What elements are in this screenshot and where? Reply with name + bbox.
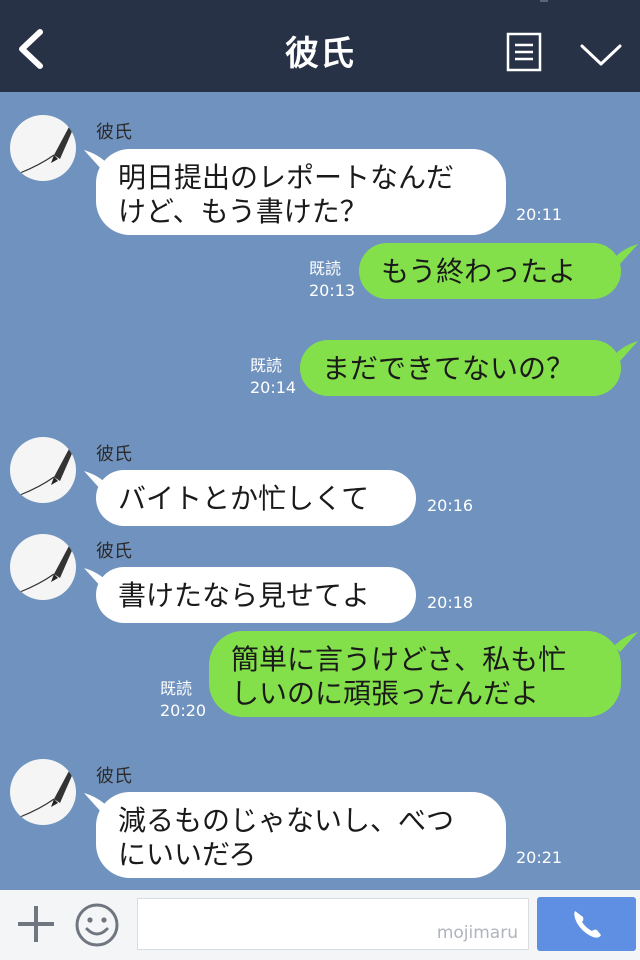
- read-receipt: 既読 20:13: [309, 258, 355, 302]
- sender-name: 彼氏: [96, 122, 132, 143]
- message-bubble[interactable]: まだできてないの？: [300, 340, 621, 396]
- plus-icon[interactable]: [16, 904, 56, 944]
- avatar[interactable]: [10, 534, 76, 600]
- read-label: 既読: [160, 679, 193, 698]
- status-line: [540, 0, 548, 2]
- message-line: 明日提出のレポートなんだ: [118, 161, 455, 194]
- message-time: 20:18: [427, 593, 474, 612]
- chevron-down-icon[interactable]: [578, 38, 624, 70]
- watermark: mojimaru: [436, 923, 518, 943]
- fountain-pen-icon: [19, 544, 74, 593]
- message-bubble[interactable]: もう終わったよ: [359, 243, 621, 299]
- message-time: 20:13: [309, 281, 356, 300]
- fountain-pen-icon: [19, 447, 74, 496]
- input-bar: mojimaru: [0, 890, 640, 960]
- message-time: 20:11: [516, 205, 563, 224]
- message-time: 20:16: [427, 496, 474, 515]
- message-bubble[interactable]: 書けたなら見せてよ: [96, 567, 416, 623]
- avatar[interactable]: [10, 759, 76, 825]
- read-receipt: 既読 20:20: [160, 678, 206, 722]
- message-line: にいいだろ: [118, 838, 257, 871]
- message-line: もう終わったよ: [381, 255, 577, 288]
- chat-header: 彼氏: [0, 0, 640, 92]
- message-input[interactable]: mojimaru: [137, 898, 529, 950]
- bubble-tail: [614, 341, 638, 361]
- message-bubble[interactable]: バイトとか忙しくて: [96, 470, 416, 526]
- message-line: 書けたなら見せてよ: [118, 579, 371, 612]
- read-receipt: 既読 20:14: [250, 355, 296, 399]
- message-bubble[interactable]: 明日提出のレポートなんだ けど、もう書けた？: [96, 149, 506, 235]
- sender-name: 彼氏: [96, 766, 132, 787]
- avatar[interactable]: [10, 115, 76, 181]
- bubble-tail: [614, 244, 638, 264]
- message-time: 20:14: [250, 378, 297, 397]
- message-bubble[interactable]: 簡単に言うけどさ、私も忙 しいのに頑張ったんだよ: [209, 631, 621, 717]
- chat-area[interactable]: 彼氏 明日提出のレポートなんだ けど、もう書けた？ 20:11 既読 20:13…: [0, 92, 640, 890]
- avatar[interactable]: [10, 437, 76, 503]
- call-button[interactable]: [537, 897, 636, 951]
- message-time: 20:21: [516, 848, 563, 867]
- smiley-icon[interactable]: [74, 902, 120, 948]
- message-line: 簡単に言うけどさ、私も忙: [231, 643, 567, 676]
- fountain-pen-icon: [19, 125, 74, 174]
- message-line: まだできてないの？: [322, 352, 575, 385]
- notes-icon[interactable]: [506, 32, 542, 72]
- sender-name: 彼氏: [96, 444, 132, 465]
- message-line: 減るものじゃないし、べつ: [118, 804, 455, 837]
- chat-title: 彼氏: [285, 34, 355, 74]
- read-label: 既読: [250, 356, 283, 375]
- message-line: けど、もう書けた？: [118, 195, 368, 228]
- message-line: しいのに頑張ったんだよ: [231, 677, 540, 710]
- message-bubble[interactable]: 減るものじゃないし、べつ にいいだろ: [96, 792, 506, 878]
- message-time: 20:20: [160, 701, 207, 720]
- phone-icon: [574, 911, 601, 938]
- sender-name: 彼氏: [96, 541, 132, 562]
- message-line: バイトとか忙しくて: [118, 482, 370, 515]
- read-label: 既読: [309, 259, 342, 278]
- fountain-pen-icon: [19, 769, 74, 818]
- bubble-tail: [614, 632, 638, 652]
